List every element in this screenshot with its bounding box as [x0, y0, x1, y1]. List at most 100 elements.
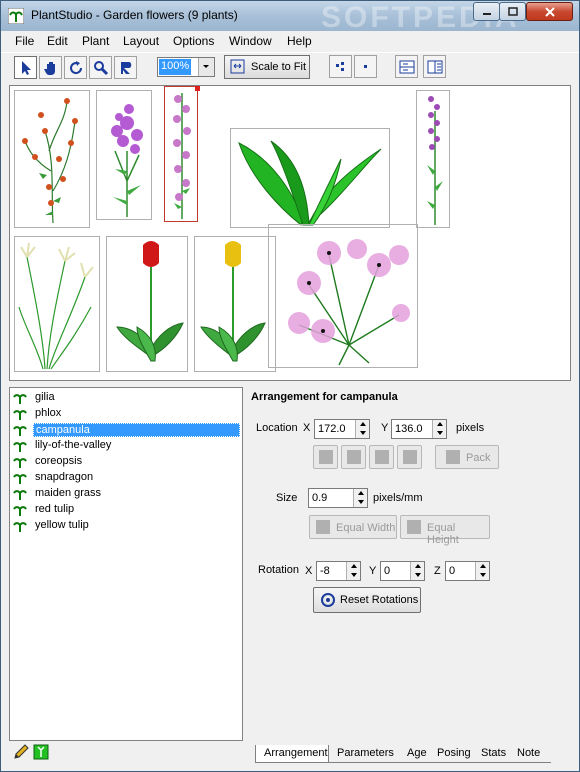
campanula-plant-image: [173, 93, 191, 219]
maximize-icon: [507, 7, 518, 16]
pencil-icon[interactable]: [13, 744, 29, 760]
plant-list-item[interactable]: snapdragon: [12, 470, 240, 486]
plant-list-item[interactable]: maiden grass: [12, 486, 240, 502]
tab-stats-label: Stats: [481, 747, 507, 759]
selection-handle[interactable]: [195, 86, 200, 91]
plant-list-item[interactable]: lily-of-the-valley: [12, 438, 240, 454]
menu-bar: File Edit Plant Layout Options Window He…: [1, 31, 579, 51]
rotate-tool-button[interactable]: [64, 56, 87, 79]
plant-list-item[interactable]: coreopsis: [12, 454, 240, 470]
rotation-x-spinner[interactable]: [346, 562, 360, 580]
plant-drawing-phlox[interactable]: [96, 90, 152, 220]
title-bar[interactable]: PlantStudio - Garden flowers (9 plants) …: [1, 1, 579, 34]
maiden-grass-plant-image: [18, 242, 94, 370]
plant-list-item[interactable]: campanula: [12, 422, 240, 438]
location-x-input[interactable]: 172.0: [314, 419, 370, 439]
plant-drawing-lily-of-the-valley[interactable]: [230, 128, 390, 228]
menu-window[interactable]: Window: [229, 34, 272, 48]
align-right-button[interactable]: [397, 445, 422, 469]
tab-posing[interactable]: Posing: [429, 745, 479, 763]
rotation-z-spinner[interactable]: [475, 562, 489, 580]
rotation-y-input[interactable]: 0: [380, 561, 425, 581]
plant-drawing-coreopsis[interactable]: [268, 224, 418, 368]
scale-to-fit-button[interactable]: Scale to Fit: [224, 55, 310, 79]
location-y-input[interactable]: 136.0: [391, 419, 447, 439]
plant-list-item-label: lily-of-the-valley: [35, 439, 112, 451]
gilia-plant-image: [22, 98, 78, 224]
zoom-combo[interactable]: 100%: [157, 57, 215, 77]
reset-rotations-button[interactable]: Reset Rotations: [313, 587, 421, 613]
plant-drawing-red-tulip[interactable]: [106, 236, 188, 372]
equal-width-button[interactable]: Equal Width: [309, 515, 397, 539]
rotation-z-input[interactable]: 0: [445, 561, 490, 581]
menu-layout[interactable]: Layout: [123, 34, 159, 48]
menu-options[interactable]: Options: [173, 34, 214, 48]
plant-drawing-campanula[interactable]: [164, 86, 200, 222]
plant-drawing-maiden-grass[interactable]: [14, 236, 100, 372]
menu-help[interactable]: Help: [287, 34, 312, 48]
maximize-button[interactable]: [499, 2, 526, 21]
plant-list[interactable]: gilia phlox campanula lily-of-the-valley cor…: [9, 387, 243, 741]
center-plants-button[interactable]: [354, 55, 377, 78]
location-x-spinner[interactable]: [355, 420, 369, 438]
menu-plant[interactable]: Plant: [82, 34, 109, 48]
plant-drawing-snapdragon[interactable]: [416, 90, 450, 228]
zoom-value: 100%: [159, 59, 192, 75]
tab-arrangement[interactable]: Arrangement: [255, 745, 329, 763]
plant-drawing-gilia[interactable]: [14, 90, 90, 228]
location-label: Location: [256, 422, 298, 434]
menu-file[interactable]: File: [15, 34, 34, 48]
scale-to-fit-icon: [230, 59, 245, 74]
plant-icon: [13, 474, 27, 484]
magnify-tool-button[interactable]: [89, 56, 112, 79]
plant-drawing-yellow-tulip[interactable]: [194, 236, 276, 372]
close-button[interactable]: [526, 2, 573, 21]
hand-tool-button[interactable]: [39, 56, 62, 79]
location-x-label: X: [303, 422, 311, 434]
tab-note[interactable]: Note: [509, 745, 551, 763]
align-left-button[interactable]: [369, 445, 394, 469]
plant-list-item[interactable]: red tulip: [12, 502, 240, 518]
rotation-x-input[interactable]: -8: [316, 561, 361, 581]
tab-age[interactable]: Age: [399, 745, 433, 763]
plant-icon: [13, 506, 27, 516]
pack-icon: [446, 450, 460, 464]
location-y-spinner[interactable]: [432, 420, 446, 438]
plant-list-item-label: coreopsis: [35, 455, 83, 467]
window-layout-vertical-button[interactable]: [423, 55, 446, 78]
tab-posing-label: Posing: [437, 747, 471, 759]
rotation-y-spinner[interactable]: [410, 562, 424, 580]
tab-stats[interactable]: Stats: [473, 745, 513, 763]
plant-icon: [13, 522, 27, 532]
minimize-button[interactable]: [473, 2, 500, 21]
spread-plants-button[interactable]: [329, 55, 352, 78]
posing-icon: [121, 62, 132, 74]
chevron-down-icon[interactable]: [198, 58, 214, 76]
select-tool-button[interactable]: [14, 56, 37, 79]
plant-list-item[interactable]: yellow tulip: [12, 518, 240, 534]
posing-tool-button[interactable]: [114, 56, 137, 79]
plant-icon: [13, 410, 27, 420]
rotation-y-label: Y: [369, 565, 377, 577]
tab-parameters[interactable]: Parameters: [329, 745, 399, 763]
layout-horizontal-icon: [399, 60, 415, 74]
plant-drawing-canvas[interactable]: [9, 85, 571, 381]
plant-list-item[interactable]: gilia: [12, 390, 240, 406]
size-input[interactable]: 0.9: [308, 488, 368, 508]
rotate-icon: [70, 61, 83, 75]
align-top-button[interactable]: [313, 445, 338, 469]
equal-height-button[interactable]: Equal Height: [400, 515, 490, 546]
pack-button[interactable]: Pack: [435, 445, 499, 469]
size-spinner[interactable]: [353, 489, 367, 507]
window-layout-horizontal-button[interactable]: [395, 55, 418, 78]
spread-icon: [336, 62, 344, 71]
layout-vertical-icon: [427, 60, 443, 74]
plant-list-item[interactable]: phlox: [12, 406, 240, 422]
scale-to-fit-label: Scale to Fit: [251, 61, 307, 73]
red-tulip-plant-image: [116, 241, 184, 362]
align-bottom-button[interactable]: [341, 445, 366, 469]
menu-edit[interactable]: Edit: [47, 34, 68, 48]
yellow-tulip-plant-image: [200, 241, 266, 362]
new-plant-icon[interactable]: [33, 744, 49, 760]
plant-icon: [13, 490, 27, 500]
